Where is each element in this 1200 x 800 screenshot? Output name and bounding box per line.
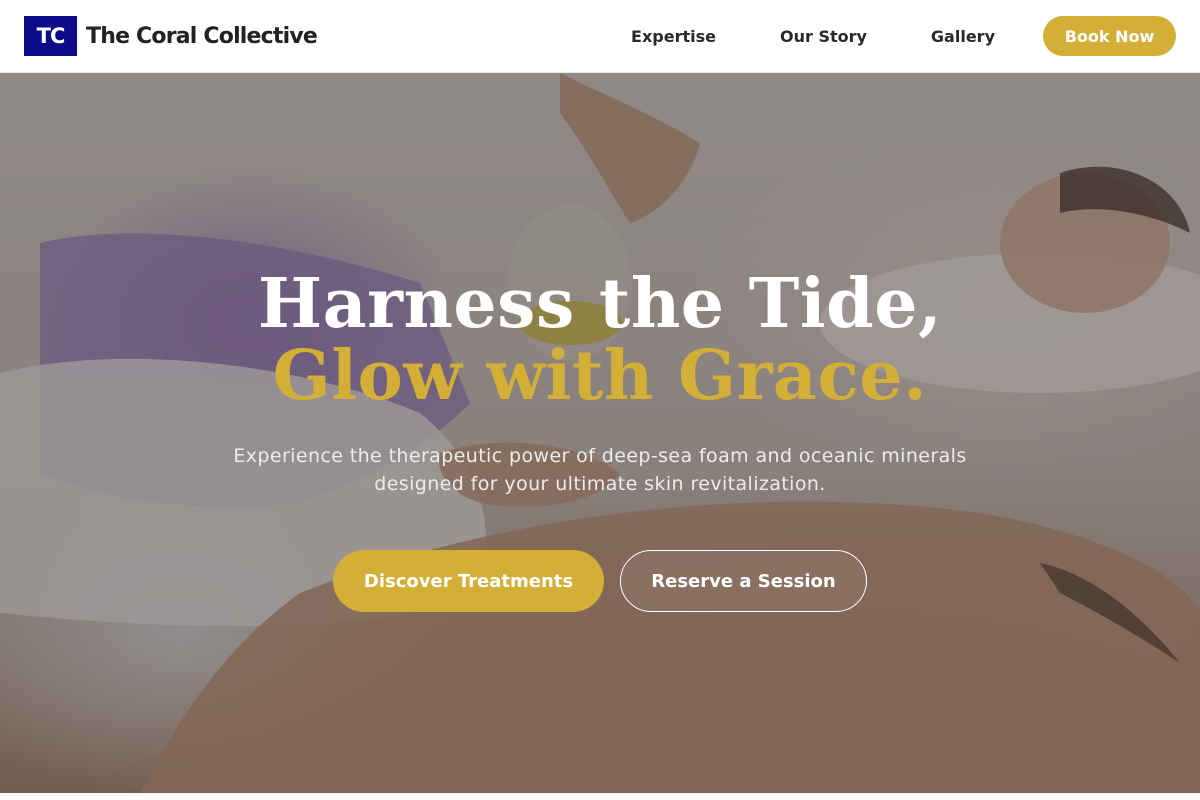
hero-subtext: Experience the therapeutic power of deep… [233,445,967,495]
main-nav: Expertise Our Story Gallery Book Now [631,16,1176,56]
brand-name[interactable]: The Coral Collective [86,24,318,49]
logo-mark[interactable]: TC [24,16,77,56]
nav-link-our-story[interactable]: Our Story [780,27,867,46]
book-now-button[interactable]: Book Now [1043,16,1176,56]
site-header: TC The Coral Collective Expertise Our St… [0,0,1200,73]
hero-section: Harness the Tide, Glow with Grace. Exper… [0,73,1200,793]
hero-content: Harness the Tide, Glow with Grace. Exper… [0,268,1200,612]
hero-headline-line1: Harness the Tide, [257,264,943,344]
hero-headline-line2: Glow with Grace. [272,336,928,416]
discover-treatments-button[interactable]: Discover Treatments [333,550,604,612]
nav-link-gallery[interactable]: Gallery [931,27,995,46]
nav-link-expertise[interactable]: Expertise [631,27,716,46]
hero-cta-row: Discover Treatments Reserve a Session [0,550,1200,612]
reserve-session-button[interactable]: Reserve a Session [620,550,867,612]
